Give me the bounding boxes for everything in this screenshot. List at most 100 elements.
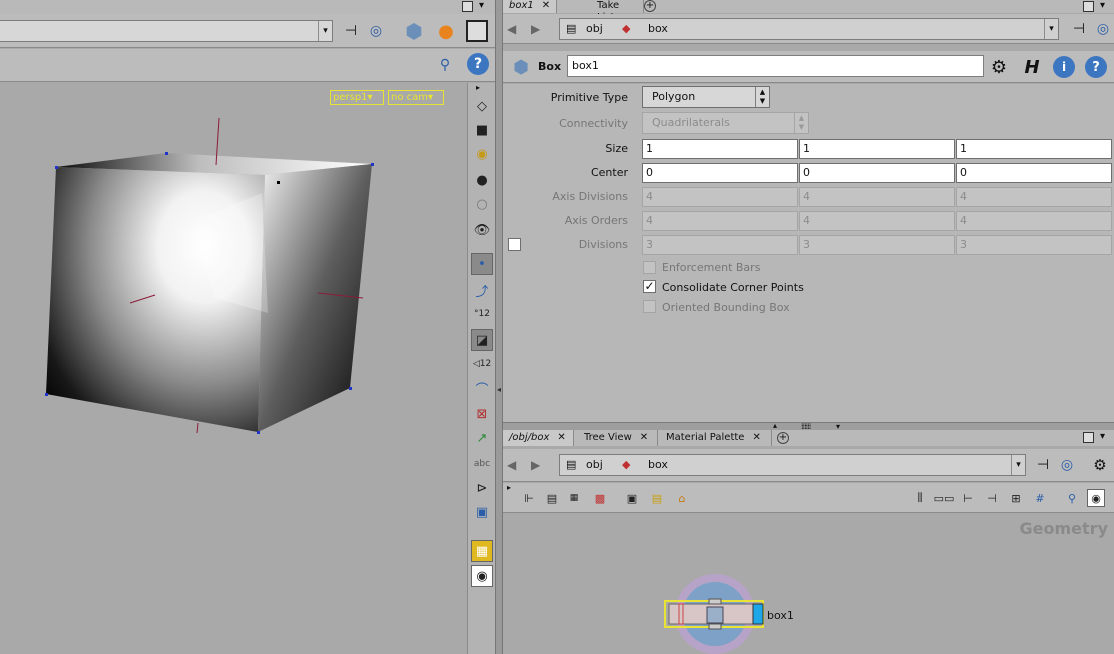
- 3d-viewport[interactable]: persp1▾ no cam▾: [0, 83, 467, 654]
- add-tab-button[interactable]: +: [777, 432, 789, 444]
- tab-box1[interactable]: box1 ✕: [503, 0, 557, 13]
- primitive-display-icon[interactable]: ◪: [471, 329, 493, 351]
- layout-right-icon[interactable]: ⊣: [983, 489, 1001, 507]
- layout-down-icon[interactable]: ⊢: [959, 489, 977, 507]
- node-name-field[interactable]: box1: [567, 55, 984, 77]
- point-numbers-icon[interactable]: °12: [471, 303, 493, 325]
- node-input-connector[interactable]: [708, 598, 722, 605]
- enforcement-bars-checkbox[interactable]: [643, 261, 656, 274]
- vertical-pane-splitter[interactable]: ◂: [495, 0, 503, 654]
- axis-divisions-y-field[interactable]: 4: [799, 187, 955, 207]
- layout-tree-icon[interactable]: ⊞: [1007, 489, 1025, 507]
- primitive-numbers-icon[interactable]: ◁12: [471, 353, 493, 375]
- horizontal-pane-splitter[interactable]: ▴ ⁞⁞⁞⁞⁞⁞ ▾: [503, 421, 1114, 431]
- axis-orders-x-field[interactable]: 4: [642, 211, 798, 231]
- size-y-field[interactable]: 1: [799, 139, 955, 159]
- display-flag[interactable]: [752, 603, 764, 625]
- path-root[interactable]: obj: [586, 22, 603, 36]
- align-horizontal-icon[interactable]: ▭▭: [934, 489, 955, 507]
- tab-material-palette[interactable]: Material Palette ✕: [660, 430, 772, 446]
- eye-icon[interactable]: ◉: [1087, 489, 1105, 507]
- viewport-layout-icon[interactable]: [466, 20, 488, 42]
- help-icon[interactable]: ?: [467, 53, 489, 75]
- size-z-field[interactable]: 1: [956, 139, 1112, 159]
- network-box-icon[interactable]: ▣: [623, 489, 641, 507]
- gear-icon[interactable]: ⚙: [1090, 455, 1110, 475]
- parameter-spreadsheet-icon[interactable]: ▦: [565, 489, 583, 507]
- network-path-combo[interactable]: ▤ obj ◆ box ▾: [559, 18, 1059, 40]
- axis-orders-y-field[interactable]: 4: [799, 211, 955, 231]
- pane-menu-icon[interactable]: ▾: [1100, 0, 1105, 11]
- path-node[interactable]: box: [648, 458, 668, 472]
- eye-icon[interactable]: ◉: [471, 565, 493, 587]
- add-tab-button[interactable]: +: [644, 0, 656, 12]
- profile-icon[interactable]: ⊠: [471, 403, 493, 425]
- primitive-type-menu[interactable]: Polygon ▲ ▼: [642, 86, 770, 108]
- geometry-cube-icon[interactable]: ⬢: [402, 19, 426, 43]
- axis-orders-z-field[interactable]: 4: [956, 211, 1112, 231]
- center-y-field[interactable]: 0: [799, 163, 955, 183]
- pin-icon[interactable]: ⊣: [1069, 19, 1089, 39]
- tab-tree-view[interactable]: Tree View ✕: [578, 430, 658, 446]
- forward-arrow-icon[interactable]: ▶: [531, 458, 545, 472]
- axis-divisions-z-field[interactable]: 4: [956, 187, 1112, 207]
- render-sphere-icon[interactable]: ●: [434, 19, 458, 43]
- viewport-canvas[interactable]: [0, 83, 467, 654]
- color-palette-icon[interactable]: ▩: [591, 489, 609, 507]
- sticky-note-icon[interactable]: ▤: [648, 489, 666, 507]
- close-icon[interactable]: ✕: [752, 432, 760, 443]
- point-normals-icon[interactable]: ⤴: [471, 279, 493, 301]
- tab-take-list[interactable]: Take List: [591, 0, 644, 23]
- close-icon[interactable]: ✕: [557, 432, 565, 443]
- light-icon[interactable]: ◉: [471, 143, 493, 165]
- houdini-h-icon[interactable]: H: [1020, 55, 1044, 79]
- pane-menu-icon[interactable]: ▾: [1100, 431, 1105, 442]
- help-icon[interactable]: ?: [1085, 56, 1107, 78]
- back-arrow-icon[interactable]: ◀: [507, 22, 521, 36]
- connectivity-menu[interactable]: Quadrilaterals ▲ ▼: [642, 112, 809, 134]
- tree-layout-icon[interactable]: ⊩: [520, 489, 538, 507]
- link-spiral-icon[interactable]: ◎: [366, 21, 386, 41]
- box-node[interactable]: [663, 571, 773, 654]
- digital-asset-icon[interactable]: ⌂: [673, 489, 691, 507]
- pane-menu-icon[interactable]: ▾: [479, 0, 484, 11]
- selection-tool-icon[interactable]: ⊳: [471, 477, 493, 499]
- maximize-pane-button[interactable]: [1083, 1, 1094, 12]
- zoom-icon[interactable]: ⚲: [1063, 489, 1081, 507]
- divisions-y-field[interactable]: 3: [799, 235, 955, 255]
- ground-plane-icon[interactable]: ◇: [471, 95, 493, 117]
- forward-arrow-icon[interactable]: ▶: [531, 22, 545, 36]
- chevron-right-icon[interactable]: ▸: [507, 483, 511, 492]
- pin-icon[interactable]: ⊣: [341, 21, 361, 41]
- maximize-pane-button[interactable]: [462, 1, 473, 12]
- node-output-connector[interactable]: [708, 623, 722, 630]
- divisions-x-field[interactable]: 3: [642, 235, 798, 255]
- consolidate-corner-points-checkbox[interactable]: ✓: [643, 280, 656, 293]
- network-editor[interactable]: Geometry box1: [503, 513, 1114, 654]
- center-z-field[interactable]: 0: [956, 163, 1112, 183]
- cam-menu[interactable]: no cam▾: [388, 90, 444, 105]
- chevron-right-icon[interactable]: ▸: [476, 83, 480, 92]
- size-x-field[interactable]: 1: [642, 139, 798, 159]
- divisions-z-field[interactable]: 3: [956, 235, 1112, 255]
- oriented-bounding-box-checkbox[interactable]: [643, 300, 656, 313]
- tab-obj-box[interactable]: /obj/box ✕: [503, 430, 574, 446]
- attribute-text-icon[interactable]: abc: [471, 453, 493, 475]
- visibility-options-icon[interactable]: 👁: [471, 219, 493, 241]
- close-icon[interactable]: ✕: [542, 0, 550, 11]
- normals-icon[interactable]: ↗: [471, 427, 493, 449]
- align-vertical-icon[interactable]: ⫼: [911, 489, 929, 507]
- network-path-combo[interactable]: ▤ obj ◆ box ▾: [559, 454, 1026, 476]
- list-view-icon[interactable]: ▤: [543, 489, 561, 507]
- path-node[interactable]: box: [648, 22, 668, 36]
- path-root[interactable]: obj: [586, 458, 603, 472]
- back-arrow-icon[interactable]: ◀: [507, 458, 521, 472]
- handle-options-icon[interactable]: ⚲: [433, 53, 457, 77]
- link-spiral-icon[interactable]: ◎: [1093, 19, 1113, 39]
- grid-icon[interactable]: #: [1031, 489, 1049, 507]
- viewer-path-combo[interactable]: ▾: [0, 20, 333, 42]
- camera-icon[interactable]: ■: [471, 119, 493, 141]
- close-icon[interactable]: ✕: [640, 432, 648, 443]
- gear-icon[interactable]: ⚙: [987, 55, 1011, 79]
- curve-icon[interactable]: ⌒: [471, 377, 493, 399]
